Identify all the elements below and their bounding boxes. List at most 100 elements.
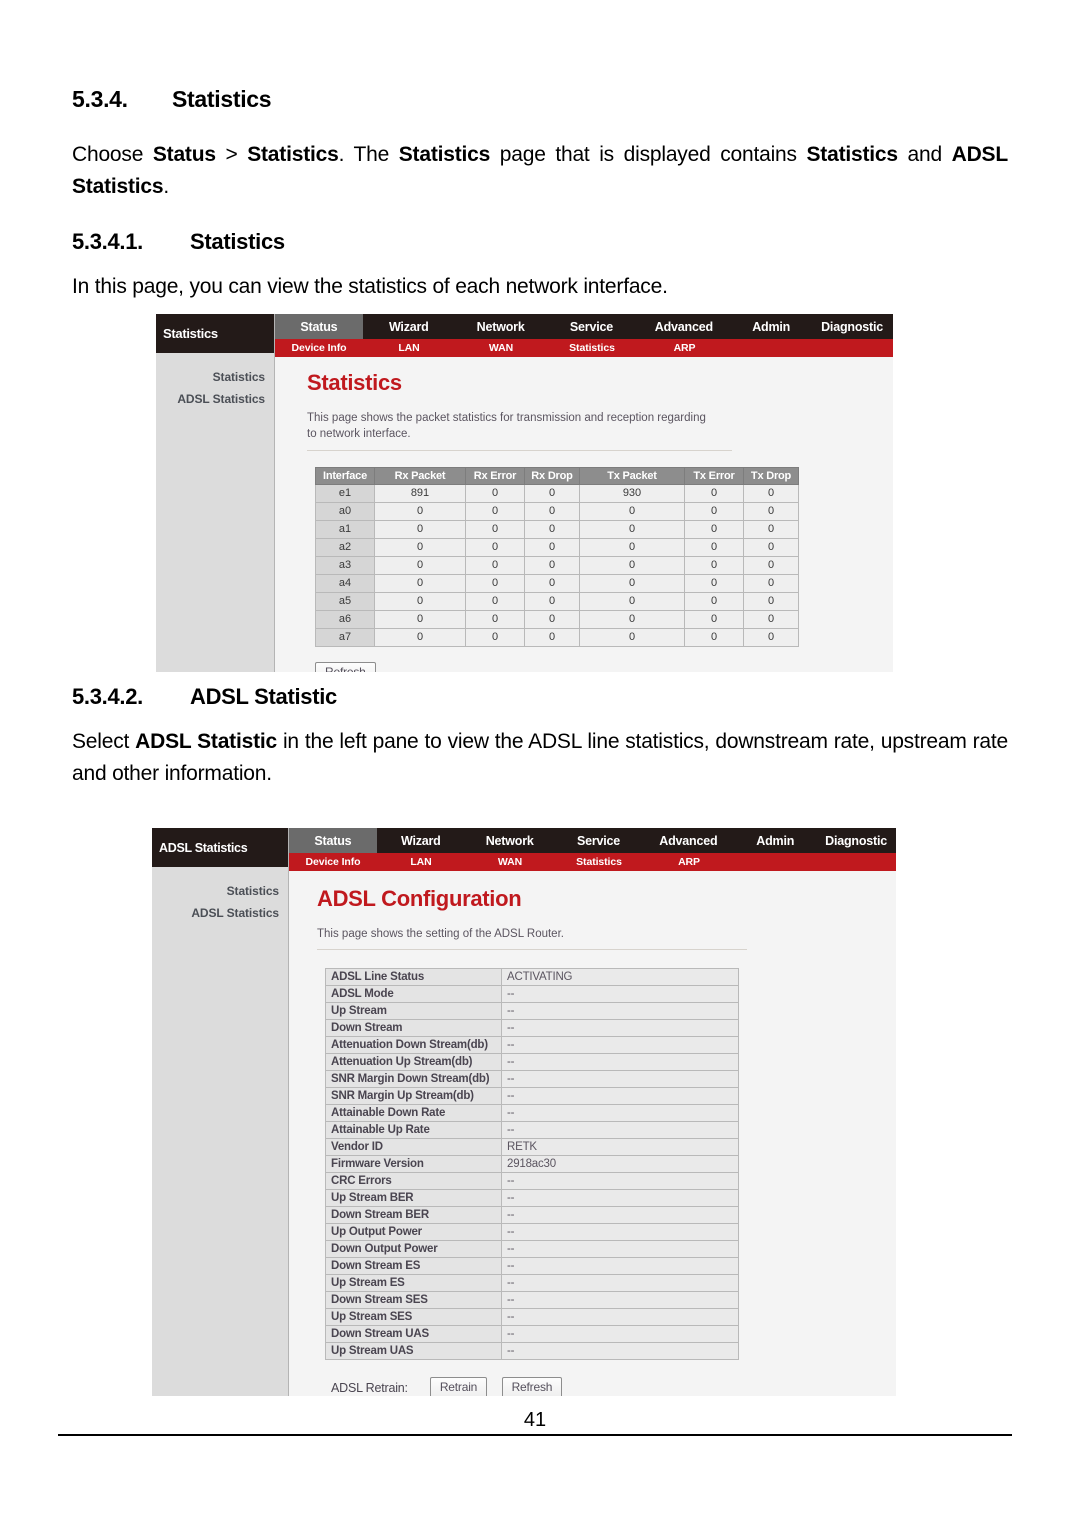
row-label: SNR Margin Up Stream(db) [325,1087,502,1106]
cell-tx-packet: 0 [579,519,685,539]
row-label: ADSL Line Status [325,968,502,987]
row-value: 2918ac30 [501,1155,739,1174]
table-row: Attainable Down Rate -- [325,1104,739,1123]
content-area: ADSL Configuration This page shows the s… [289,871,896,1396]
refresh-button[interactable]: Refresh [501,1377,563,1396]
row-label: Down Stream UAS [325,1325,502,1344]
subtab-lan[interactable]: LAN [377,853,465,871]
row-label: Up Stream [325,1002,502,1021]
subtab-device-info[interactable]: Device Info [289,853,377,871]
tab-diagnostic[interactable]: Diagnostic [816,828,896,853]
tab-service[interactable]: Service [555,828,643,853]
subsection-title: ADSL Statistic [190,684,337,709]
cell-rx-error: 0 [465,573,525,593]
tab-status[interactable]: Status [289,828,377,853]
row-label: Down Stream [325,1019,502,1038]
table-row: Down Stream SES -- [325,1291,739,1310]
cell-tx-packet: 930 [579,483,685,503]
sidebar-item-statistics[interactable]: Statistics [156,366,265,388]
sidebar-menu: Statistics ADSL Statistics [156,353,274,410]
tab-diagnostic[interactable]: Diagnostic [811,314,893,339]
row-label: Up Stream SES [325,1308,502,1327]
tab-status[interactable]: Status [275,314,363,339]
main-panel: Status Wizard Network Service Advanced A… [289,828,896,1396]
section-title: Statistics [172,86,272,112]
refresh-button[interactable]: Refresh [315,661,376,672]
sidebar-title: Statistics [156,314,274,353]
cell-tx-drop: 0 [743,537,799,557]
table-row: Vendor ID RETK [325,1138,739,1157]
cell-rx-packet: 0 [374,627,466,647]
page-footer: 41 [58,1410,1012,1436]
cell-tx-packet: 0 [579,501,685,521]
table-row: a0 0 0 0 0 0 0 [315,501,799,521]
subsection-title: Statistics [190,228,285,254]
table-row: Attenuation Down Stream(db) -- [325,1036,739,1055]
table-row: Up Stream ES -- [325,1274,739,1293]
subtab-arp[interactable]: ARP [643,853,735,871]
tab-network[interactable]: Network [455,314,547,339]
sidebar-item-statistics[interactable]: Statistics [152,880,279,902]
cell-rx-drop: 0 [524,555,580,575]
cell-tx-packet: 0 [579,537,685,557]
cell-tx-drop: 0 [743,591,799,611]
bold-adsl-statistic: ADSL Statistic [135,730,277,753]
cell-rx-packet: 0 [374,573,466,593]
cell-tx-drop: 0 [743,573,799,593]
cell-rx-packet: 0 [374,537,466,557]
cell-interface: a4 [315,573,375,593]
subtab-wan[interactable]: WAN [465,853,555,871]
page-number: 41 [523,1409,547,1431]
cell-interface: a3 [315,555,375,575]
tab-network[interactable]: Network [465,828,555,853]
tab-advanced[interactable]: Advanced [642,828,734,853]
cell-rx-drop: 0 [524,519,580,539]
tab-wizard[interactable]: Wizard [363,314,455,339]
subtab-arp[interactable]: ARP [637,339,732,357]
subtab-wan[interactable]: WAN [455,339,547,357]
tab-admin[interactable]: Admin [734,828,816,853]
table-row: Up Stream UAS -- [325,1342,739,1361]
row-value: -- [501,1087,739,1106]
tab-wizard[interactable]: Wizard [377,828,465,853]
main-panel: Status Wizard Network Service Advanced A… [275,314,893,672]
bold-statistics: Statistics [247,143,339,166]
document-page: 5.3.4. Statistics Choose Status > Statist… [0,0,1080,1527]
cell-rx-error: 0 [465,501,525,521]
text-fragment: . [163,174,170,198]
cell-tx-packet: 0 [579,555,685,575]
row-value: -- [501,1274,739,1293]
row-value: ACTIVATING [501,968,739,987]
row-label: Down Stream BER [325,1206,502,1225]
cell-tx-error: 0 [684,537,744,557]
cell-tx-error: 0 [684,483,744,503]
tab-service[interactable]: Service [547,314,637,339]
cell-rx-packet: 0 [374,501,466,521]
sidebar-item-adsl-statistics[interactable]: ADSL Statistics [156,388,265,410]
row-label: Attainable Up Rate [325,1121,502,1140]
sidebar-item-adsl-statistics[interactable]: ADSL Statistics [152,902,279,924]
text-fragment: and [897,143,952,166]
table-row: a4 0 0 0 0 0 0 [315,573,799,593]
tab-admin[interactable]: Admin [731,314,811,339]
table-header-row: Interface Rx Packet Rx Error Rx Drop Tx … [315,466,799,485]
subtab-lan[interactable]: LAN [363,339,455,357]
row-label: ADSL Mode [325,985,502,1004]
row-label: CRC Errors [325,1172,502,1191]
paragraph-select-adsl: Select ADSL Statistic in the left pane t… [72,726,1008,790]
table-row: a5 0 0 0 0 0 0 [315,591,799,611]
row-label: Down Stream SES [325,1291,502,1310]
row-value: -- [501,1291,739,1310]
table-row: Attenuation Up Stream(db) -- [325,1053,739,1072]
router-screenshot-statistics: Statistics Statistics ADSL Statistics St… [156,314,893,672]
cell-rx-packet: 0 [374,555,466,575]
col-rx-error: Rx Error [465,466,525,485]
subtab-statistics[interactable]: Statistics [555,853,643,871]
tab-advanced[interactable]: Advanced [636,314,731,339]
subtab-statistics[interactable]: Statistics [547,339,637,357]
cell-rx-error: 0 [465,609,525,629]
retrain-button[interactable]: Retrain [429,1377,488,1396]
footer-rule [58,1434,1012,1436]
table-row: Down Stream -- [325,1019,739,1038]
subtab-device-info[interactable]: Device Info [275,339,363,357]
